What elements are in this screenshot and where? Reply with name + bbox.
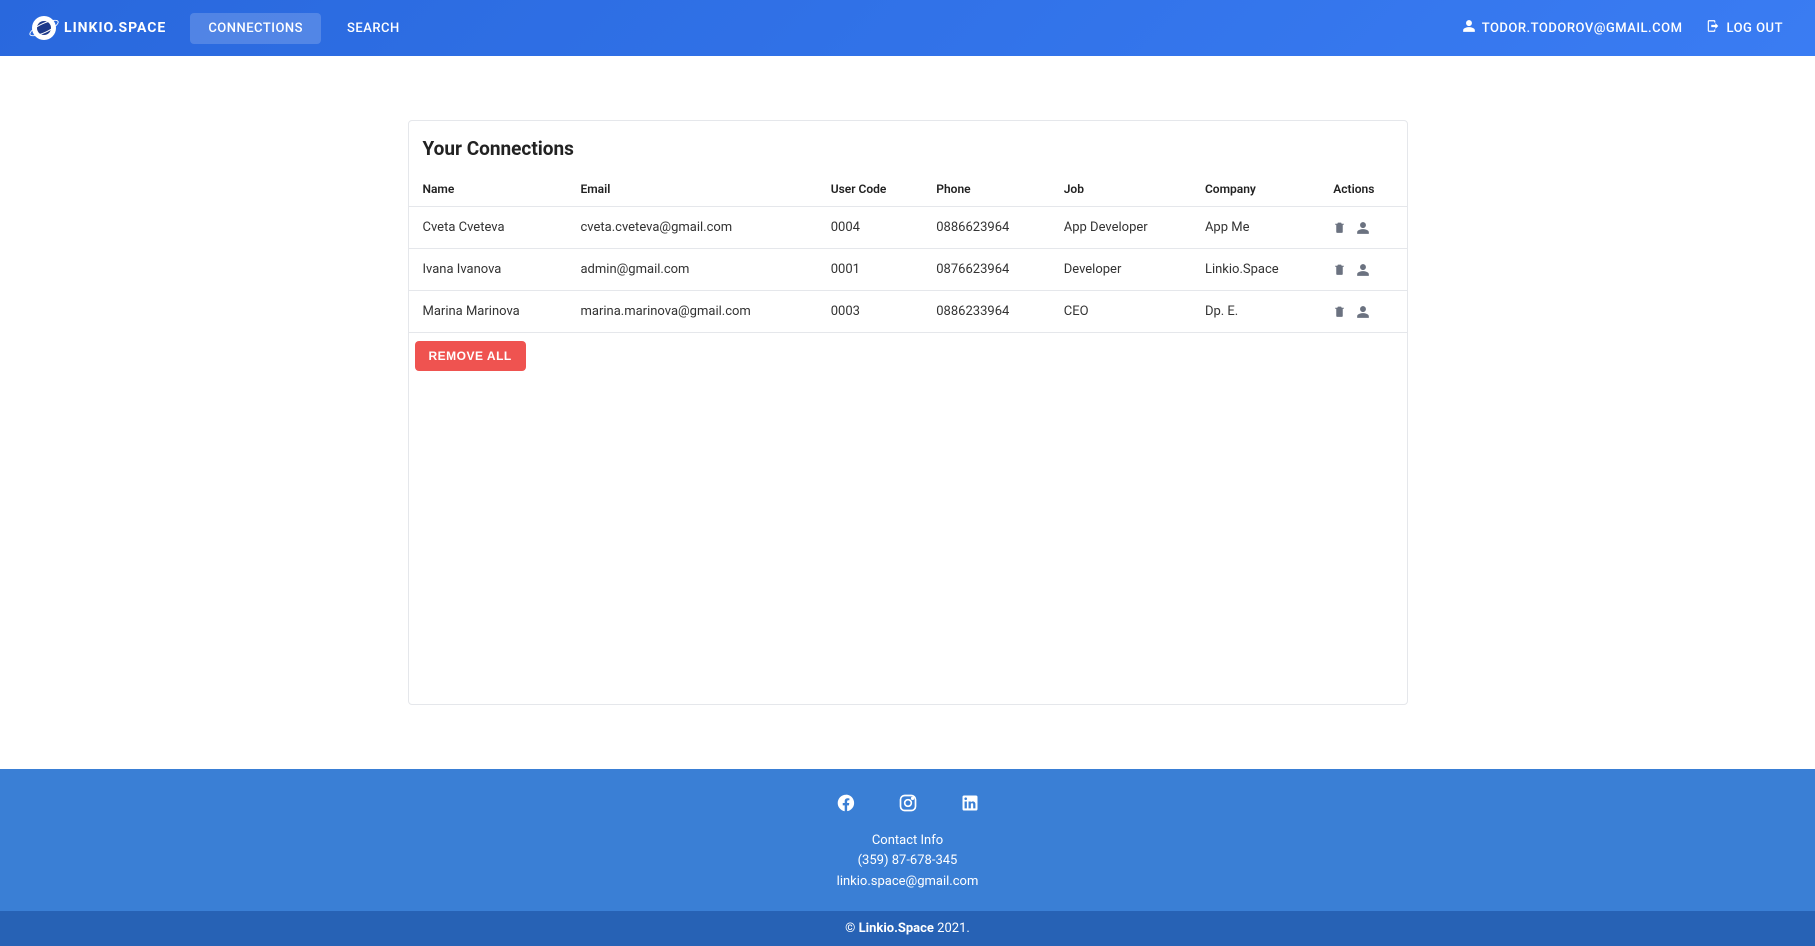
- cell-email: cveta.cveteva@gmail.com: [566, 207, 816, 249]
- th-actions: Actions: [1319, 172, 1406, 207]
- person-icon[interactable]: [1356, 305, 1370, 319]
- nav-right: TODOR.TODOROV@GMAIL.COM LOG OUT: [1462, 19, 1783, 37]
- table-row: Marina Marinovamarina.marinova@gmail.com…: [409, 291, 1407, 333]
- page-title: Your Connections: [423, 137, 1393, 160]
- cell-user_code: 0001: [817, 249, 923, 291]
- cell-actions: [1319, 291, 1406, 333]
- cell-phone: 0886623964: [922, 207, 1049, 249]
- delete-icon[interactable]: [1333, 263, 1346, 276]
- cell-user_code: 0004: [817, 207, 923, 249]
- main-content: Your Connections Name Email User Code Ph…: [0, 56, 1815, 769]
- nav-links: CONNECTIONS SEARCH: [190, 13, 1461, 44]
- th-user-code: User Code: [817, 172, 923, 207]
- footer-phone: (359) 87-678-345: [0, 851, 1815, 872]
- cell-user_code: 0003: [817, 291, 923, 333]
- footer-social: [0, 793, 1815, 813]
- remove-all-button[interactable]: REMOVE ALL: [415, 341, 526, 371]
- card-header: Your Connections: [409, 121, 1407, 172]
- table-row: Ivana Ivanovaadmin@gmail.com000108766239…: [409, 249, 1407, 291]
- th-phone: Phone: [922, 172, 1049, 207]
- th-job: Job: [1050, 172, 1191, 207]
- instagram-icon[interactable]: [898, 793, 918, 813]
- table-row: Cveta Cvetevacveta.cveteva@gmail.com0004…: [409, 207, 1407, 249]
- cell-company: App Me: [1191, 207, 1319, 249]
- brand-icon: [32, 16, 56, 40]
- cell-name: Marina Marinova: [409, 291, 567, 333]
- cell-name: Cveta Cveteva: [409, 207, 567, 249]
- person-icon[interactable]: [1356, 263, 1370, 277]
- user-icon: [1462, 19, 1476, 37]
- cell-phone: 0886233964: [922, 291, 1049, 333]
- th-company: Company: [1191, 172, 1319, 207]
- brand-text: LINKIO.SPACE: [64, 20, 166, 36]
- brand[interactable]: LINKIO.SPACE: [32, 16, 166, 40]
- cell-email: admin@gmail.com: [566, 249, 816, 291]
- copyright-year: 2021.: [934, 921, 970, 936]
- footer-info: Contact Info (359) 87-678-345 linkio.spa…: [0, 831, 1815, 911]
- copyright-brand: Linkio.Space: [859, 921, 934, 936]
- logout-icon: [1706, 19, 1720, 37]
- connections-card: Your Connections Name Email User Code Ph…: [408, 120, 1408, 705]
- delete-icon[interactable]: [1333, 221, 1346, 234]
- nav-logout[interactable]: LOG OUT: [1706, 19, 1783, 37]
- cell-actions: [1319, 207, 1406, 249]
- cell-job: App Developer: [1050, 207, 1191, 249]
- linkedin-icon[interactable]: [960, 793, 980, 813]
- nav-connections[interactable]: CONNECTIONS: [190, 13, 321, 44]
- card-footer: REMOVE ALL: [409, 333, 1407, 379]
- footer-email: linkio.space@gmail.com: [0, 872, 1815, 893]
- footer: Contact Info (359) 87-678-345 linkio.spa…: [0, 769, 1815, 946]
- facebook-icon[interactable]: [836, 793, 856, 813]
- cell-email: marina.marinova@gmail.com: [566, 291, 816, 333]
- footer-bar: © Linkio.Space 2021.: [0, 911, 1815, 946]
- navbar: LINKIO.SPACE CONNECTIONS SEARCH TODOR.TO…: [0, 0, 1815, 56]
- cell-company: Dp. E.: [1191, 291, 1319, 333]
- person-icon[interactable]: [1356, 221, 1370, 235]
- nav-logout-label: LOG OUT: [1726, 21, 1783, 36]
- th-email: Email: [566, 172, 816, 207]
- nav-user[interactable]: TODOR.TODOROV@GMAIL.COM: [1462, 19, 1683, 37]
- nav-search[interactable]: SEARCH: [329, 13, 418, 44]
- connections-table: Name Email User Code Phone Job Company A…: [409, 172, 1407, 333]
- cell-name: Ivana Ivanova: [409, 249, 567, 291]
- copyright-prefix: ©: [845, 921, 858, 936]
- delete-icon[interactable]: [1333, 305, 1346, 318]
- footer-contact-heading: Contact Info: [0, 831, 1815, 852]
- nav-user-email: TODOR.TODOROV@GMAIL.COM: [1482, 21, 1683, 36]
- cell-phone: 0876623964: [922, 249, 1049, 291]
- cell-job: Developer: [1050, 249, 1191, 291]
- th-name: Name: [409, 172, 567, 207]
- cell-company: Linkio.Space: [1191, 249, 1319, 291]
- cell-actions: [1319, 249, 1406, 291]
- cell-job: CEO: [1050, 291, 1191, 333]
- table-header-row: Name Email User Code Phone Job Company A…: [409, 172, 1407, 207]
